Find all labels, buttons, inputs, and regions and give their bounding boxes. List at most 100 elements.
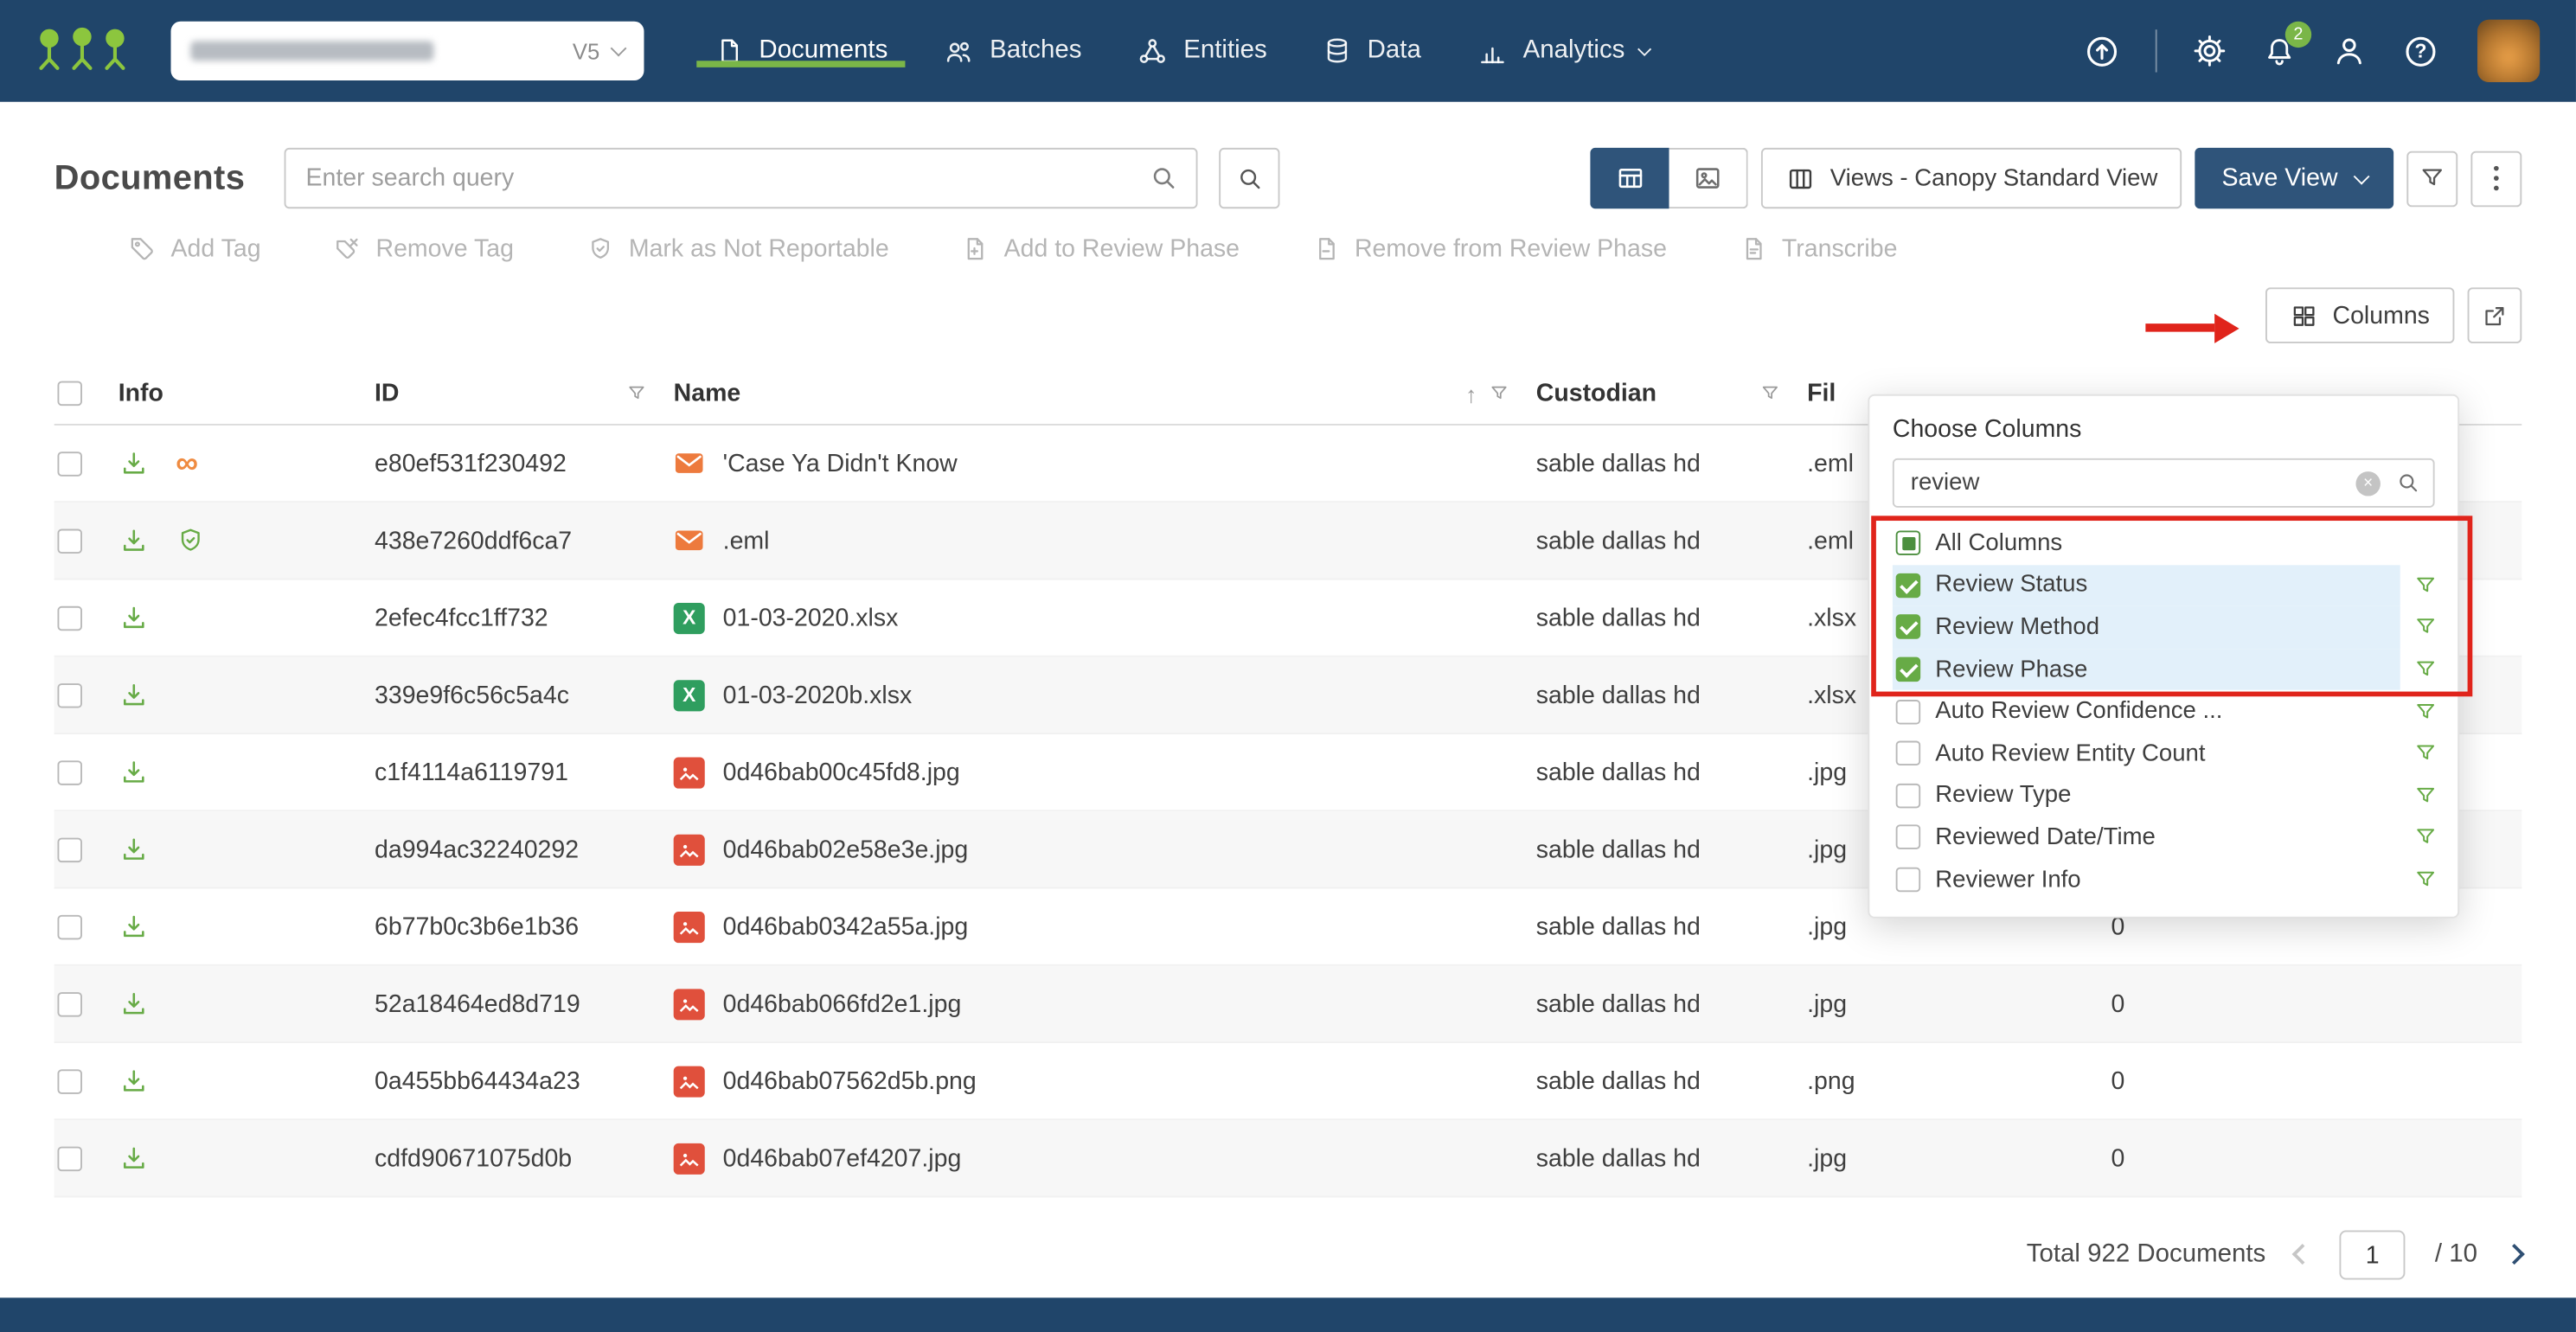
checkbox-unchecked[interactable] — [1895, 867, 1921, 893]
family-link-icon[interactable]: ∞ — [176, 448, 198, 479]
project-selector[interactable]: V5 — [170, 21, 644, 81]
row-checkbox[interactable] — [57, 682, 82, 708]
download-icon[interactable] — [119, 448, 150, 479]
row-checkbox[interactable] — [57, 1068, 82, 1093]
row-checkbox[interactable] — [57, 913, 82, 939]
download-icon[interactable] — [119, 1143, 150, 1174]
select-all-checkbox[interactable] — [57, 381, 82, 407]
download-icon[interactable] — [119, 911, 150, 942]
nav-data[interactable]: Data — [1295, 35, 1449, 67]
table-row[interactable]: cdfd90671075d0b 0d46bab07ef4207.jpg sabl… — [54, 1120, 2522, 1198]
row-checkbox[interactable] — [57, 605, 82, 631]
mark-not-reportable-action[interactable]: Mark as Not Reportable — [586, 235, 889, 263]
doc-name[interactable]: 'Case Ya Didn't Know — [723, 449, 958, 477]
nav-entities[interactable]: Entities — [1110, 35, 1295, 67]
all-columns-checkbox[interactable] — [1895, 531, 1921, 556]
doc-name[interactable]: 0d46bab0342a55a.jpg — [723, 913, 969, 940]
doc-name[interactable]: 0d46bab00c45fd8.jpg — [723, 758, 960, 785]
download-icon[interactable] — [119, 679, 150, 710]
doc-name[interactable]: 0d46bab07562d5b.png — [723, 1067, 977, 1095]
filter-icon[interactable] — [626, 383, 648, 405]
doc-name[interactable]: 01-03-2020b.xlsx — [723, 681, 913, 708]
checkbox-checked[interactable] — [1895, 656, 1921, 682]
gear-icon[interactable] — [2192, 33, 2228, 69]
view-selector[interactable]: Views - Canopy Standard View — [1761, 147, 2182, 209]
row-checkbox[interactable] — [57, 991, 82, 1016]
download-icon[interactable] — [119, 525, 150, 556]
transcribe-action[interactable]: Transcribe — [1740, 235, 1897, 263]
export-button[interactable] — [2467, 287, 2522, 343]
column-option-review-phase[interactable]: Review Phase — [1869, 648, 2457, 691]
download-icon[interactable] — [119, 834, 150, 865]
save-view-button[interactable]: Save View — [2195, 147, 2394, 209]
filter-icon[interactable] — [2413, 699, 2438, 723]
download-icon[interactable] — [119, 602, 150, 633]
doc-name[interactable]: 0d46bab02e58e3e.jpg — [723, 836, 969, 863]
row-checkbox[interactable] — [57, 528, 82, 554]
search-input[interactable] — [284, 147, 1198, 209]
row-checkbox[interactable] — [57, 1145, 82, 1171]
help-icon[interactable]: ? — [2402, 32, 2440, 70]
column-option-reviewer-info[interactable]: Reviewer Info — [1869, 859, 2457, 901]
header-custodian[interactable]: Custodian — [1536, 380, 1807, 407]
checkbox-unchecked[interactable] — [1895, 783, 1921, 809]
next-page-button[interactable] — [2503, 1240, 2525, 1270]
header-info[interactable]: Info — [112, 380, 375, 407]
download-icon[interactable] — [119, 988, 150, 1019]
checkbox-unchecked[interactable] — [1895, 699, 1921, 724]
user-avatar-blurred[interactable] — [2477, 19, 2541, 82]
table-view-button[interactable] — [1590, 147, 1669, 209]
table-row[interactable]: 0a455bb64434a23 0d46bab07562d5b.png sabl… — [54, 1043, 2522, 1121]
more-options-button[interactable] — [2470, 150, 2522, 207]
all-columns-option[interactable]: All Columns — [1869, 522, 2457, 565]
export-share-icon[interactable] — [2083, 32, 2121, 70]
checkbox-unchecked[interactable] — [1895, 741, 1921, 766]
remove-from-review-phase-action[interactable]: Remove from Review Phase — [1312, 235, 1667, 263]
filter-icon[interactable] — [2413, 657, 2438, 682]
doc-name[interactable]: 0d46bab066fd2e1.jpg — [723, 989, 962, 1017]
row-checkbox[interactable] — [57, 836, 82, 862]
download-icon[interactable] — [119, 1066, 150, 1097]
add-tag-action[interactable]: Add Tag — [128, 235, 261, 263]
search-icon[interactable] — [2395, 470, 2421, 496]
filter-icon[interactable] — [1489, 383, 1510, 405]
filter-icon[interactable] — [2413, 615, 2438, 639]
doc-name[interactable]: 01-03-2020.xlsx — [723, 604, 899, 631]
checkbox-checked[interactable] — [1895, 615, 1921, 640]
image-view-button[interactable] — [1669, 147, 1748, 209]
row-checkbox[interactable] — [57, 451, 82, 476]
header-name[interactable]: Name ↑ — [674, 380, 1536, 407]
search-button[interactable] — [1219, 147, 1280, 209]
header-id[interactable]: ID — [375, 380, 674, 407]
download-icon[interactable] — [119, 757, 150, 788]
column-option-review-status[interactable]: Review Status — [1869, 564, 2457, 607]
filter-button[interactable] — [2406, 150, 2458, 207]
column-option-review-type[interactable]: Review Type — [1869, 775, 2457, 817]
shield-check-icon[interactable] — [176, 526, 205, 555]
columns-button[interactable]: Columns — [2265, 287, 2455, 343]
nav-documents[interactable]: Documents — [687, 35, 916, 67]
column-option-review-method[interactable]: Review Method — [1869, 606, 2457, 649]
clear-search-icon[interactable]: × — [2355, 471, 2381, 496]
row-checkbox[interactable] — [57, 759, 82, 784]
page-input[interactable] — [2339, 1230, 2406, 1280]
sort-asc-icon[interactable]: ↑ — [1465, 382, 1477, 406]
doc-name[interactable]: .eml — [723, 527, 770, 554]
checkbox-checked[interactable] — [1895, 573, 1921, 599]
notifications-bell[interactable]: 2 — [2262, 20, 2312, 68]
filter-icon[interactable] — [2413, 825, 2438, 849]
app-logo[interactable] — [33, 25, 131, 76]
filter-icon[interactable] — [2413, 868, 2438, 892]
add-to-review-phase-action[interactable]: Add to Review Phase — [961, 235, 1240, 263]
nav-batches[interactable]: Batches — [916, 35, 1110, 67]
filter-icon[interactable] — [2413, 741, 2438, 765]
column-option-reviewed-datetime[interactable]: Reviewed Date/Time — [1869, 816, 2457, 859]
nav-analytics[interactable]: Analytics — [1449, 35, 1677, 67]
checkbox-unchecked[interactable] — [1895, 825, 1921, 850]
column-option-auto-review-entity-count[interactable]: Auto Review Entity Count — [1869, 733, 2457, 775]
filter-icon[interactable] — [2413, 784, 2438, 808]
column-search-input[interactable] — [1892, 458, 2435, 508]
table-row[interactable]: 52a18464ed8d719 0d46bab066fd2e1.jpg sabl… — [54, 965, 2522, 1043]
column-option-auto-review-confidence[interactable]: Auto Review Confidence ... — [1869, 690, 2457, 733]
filter-icon[interactable] — [2413, 573, 2438, 598]
